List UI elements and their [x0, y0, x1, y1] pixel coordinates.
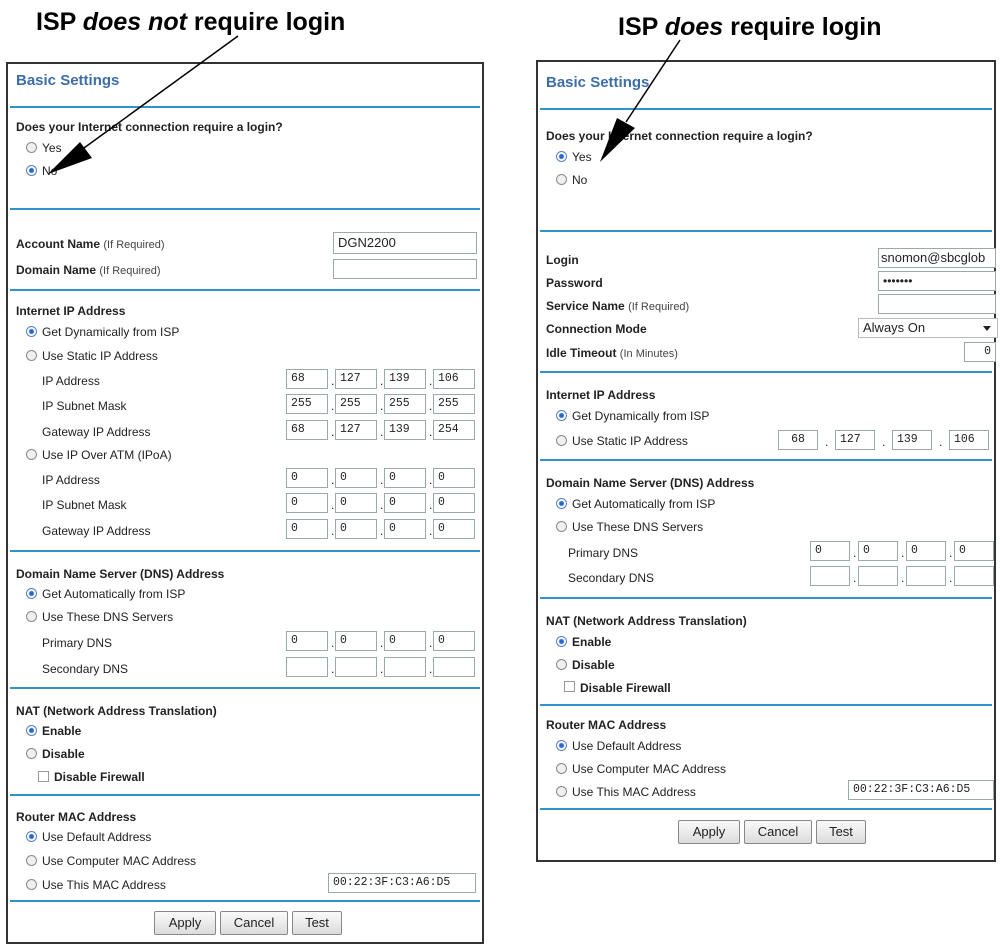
arrow-icon	[600, 39, 681, 162]
arrow-icon	[48, 35, 239, 174]
callout-arrows	[48, 35, 681, 174]
